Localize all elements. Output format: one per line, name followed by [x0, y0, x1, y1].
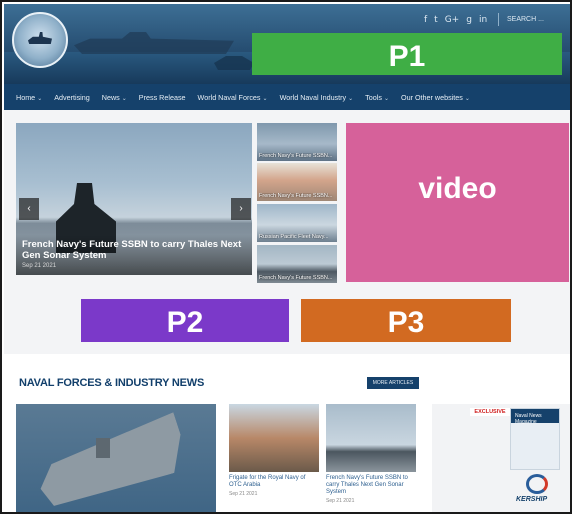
featured-article-image[interactable] — [16, 404, 216, 514]
news-card-title[interactable]: Frigate for the Royal Navy of OTC Arabia — [229, 475, 319, 489]
linkedin-icon[interactable]: in — [479, 14, 487, 26]
slider-date: Sep 21 2021 — [22, 263, 57, 269]
featured-slider[interactable]: ‹ › French Navy's Future SSBN to carry T… — [16, 123, 252, 275]
facebook-icon[interactable]: f — [424, 14, 427, 26]
site-logo[interactable] — [12, 12, 68, 68]
nav-item-world-naval-industry[interactable]: World Naval Industry ⌄ — [280, 93, 354, 102]
logo-submarine-icon — [28, 32, 52, 44]
ad-badge: EXCLUSIVE — [470, 408, 510, 416]
nav-item-world-naval-forces[interactable]: World Naval Forces ⌄ — [198, 93, 268, 102]
social-links: f t G+ g in — [424, 14, 487, 26]
thumbnail-label: French Navy's Future SSBN... — [259, 153, 333, 159]
news-card-image[interactable] — [326, 404, 416, 472]
nav-item-press-release[interactable]: Press Release — [139, 93, 186, 102]
nav-item-news[interactable]: News ⌄ — [102, 93, 127, 102]
news-card[interactable]: French Navy's Future SSBN to carry Thale… — [326, 404, 416, 504]
magazine-cover-image[interactable]: Naval News Magazine — [510, 408, 560, 470]
thumbnail-label: French Navy's Future SSBN... — [259, 275, 333, 281]
google-plus-icon[interactable]: G+ — [445, 14, 460, 26]
ad-slot-p1: P1 — [252, 33, 562, 75]
nav-item-label: Advertising — [54, 92, 90, 102]
nav-item-label: Our Other websites — [400, 92, 463, 102]
chevron-down-icon: ⌄ — [383, 95, 389, 102]
news-card[interactable]: Frigate for the Royal Navy of OTC Arabia… — [229, 404, 319, 497]
thumbnail-label: French Navy's Future SSBN... — [259, 193, 333, 199]
magazine-title: Naval News Magazine — [515, 413, 542, 425]
kership-logo-icon — [526, 474, 548, 494]
chevron-down-icon: ⌄ — [464, 95, 470, 102]
slider-prev-button[interactable]: ‹ — [19, 198, 39, 220]
nav-item-tools[interactable]: Tools ⌄ — [365, 93, 389, 102]
slider-headline[interactable]: French Navy's Future SSBN to carry Thale… — [22, 239, 246, 261]
chevron-down-icon: ⌄ — [262, 95, 268, 102]
github-icon[interactable]: g — [466, 14, 472, 26]
video-slot[interactable]: video — [346, 123, 569, 282]
slider-caption[interactable]: French Navy's Future SSBN to carry Thale… — [16, 235, 252, 275]
header-ship-silhouette — [74, 32, 234, 54]
news-card-title[interactable]: French Navy's Future SSBN to carry Thale… — [326, 475, 416, 496]
slider-next-button[interactable]: › — [231, 198, 251, 220]
sidebar-ad[interactable]: EXCLUSIVE Naval News Magazine KERSHIP — [432, 404, 570, 512]
thumbnail-label: Russian Pacific Fleet Navy... — [259, 234, 329, 240]
chevron-down-icon: ⌄ — [121, 95, 127, 102]
page-frame: f t G+ g in SEARCH ... P1 Home ⌄ Advertis… — [0, 0, 572, 514]
section-title: NAVAL FORCES & INDUSTRY NEWS — [19, 377, 205, 389]
main-navigation: Home ⌄ Advertising News ⌄ Press Release Wo… — [4, 84, 570, 110]
nav-item-other-websites[interactable]: Our Other websites ⌄ — [401, 93, 470, 102]
aircraft-carrier-image — [31, 412, 192, 514]
nav-item-label: News — [101, 92, 120, 102]
chevron-down-icon: ⌄ — [37, 95, 43, 102]
twitter-icon[interactable]: t — [434, 14, 438, 26]
slider-thumbnail[interactable]: Russian Pacific Fleet Navy... — [257, 204, 337, 242]
nav-item-label: World Naval Industry — [279, 92, 347, 102]
nav-item-label: Press Release — [138, 92, 186, 102]
nav-item-advertising[interactable]: Advertising — [54, 93, 90, 102]
nav-item-label: World Naval Forces — [197, 92, 261, 102]
ad-slot-p2: P2 — [81, 299, 289, 342]
ad-slot-p3: P3 — [301, 299, 511, 342]
news-card-image[interactable] — [229, 404, 319, 472]
more-articles-button[interactable]: MORE ARTICLES — [367, 377, 419, 389]
search-input[interactable]: SEARCH ... — [498, 13, 568, 26]
carrier-island-image — [96, 438, 110, 458]
kership-brand: KERSHIP — [516, 496, 548, 503]
news-card-date: Sep 21 2021 — [229, 491, 258, 497]
chevron-down-icon: ⌄ — [348, 95, 354, 102]
slider-thumbnail[interactable]: French Navy's Future SSBN... — [257, 245, 337, 283]
nav-item-label: Tools — [365, 92, 382, 102]
news-card-date: Sep 21 2021 — [326, 498, 355, 504]
slider-thumbnail[interactable]: French Navy's Future SSBN... — [257, 123, 337, 161]
nav-item-home[interactable]: Home ⌄ — [16, 93, 42, 102]
nav-item-label: Home — [16, 92, 36, 102]
slider-thumbnail[interactable]: French Navy's Future SSBN... — [257, 163, 337, 201]
